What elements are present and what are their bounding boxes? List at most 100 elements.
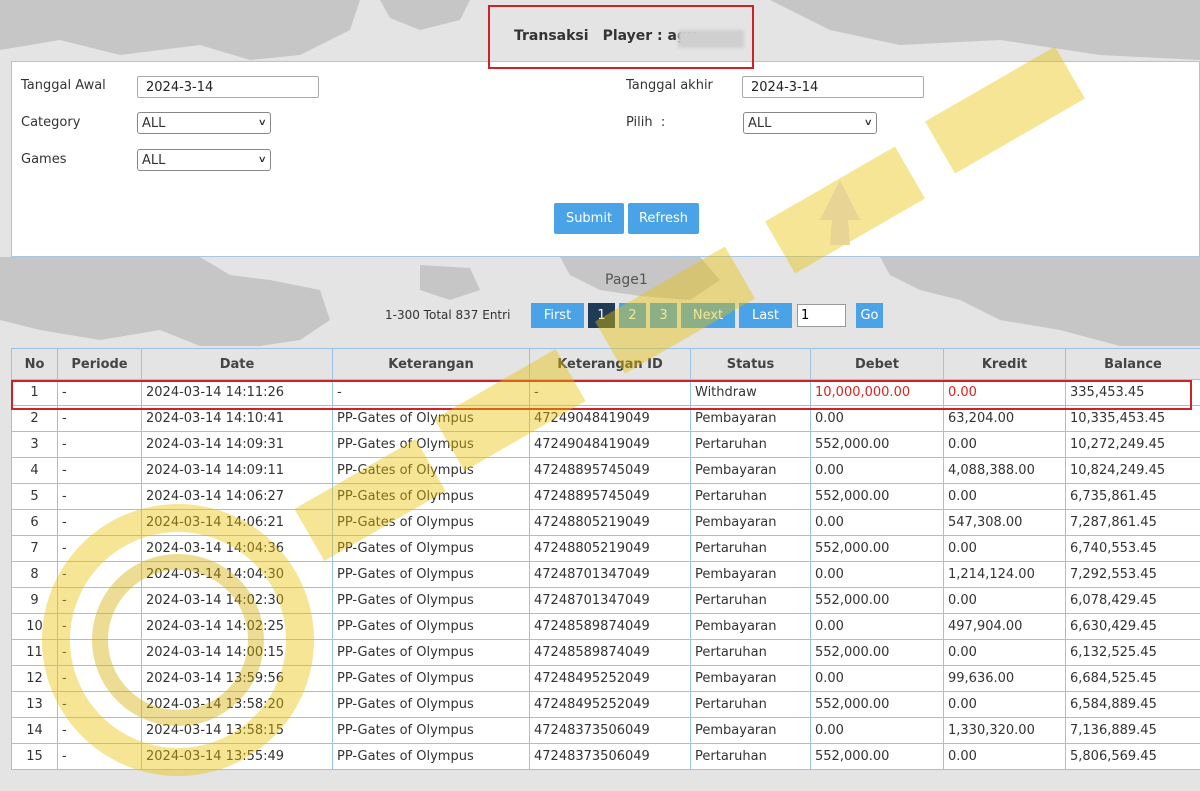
cell-kredit: 1,330,320.00 <box>943 717 1066 744</box>
cell-no: 13 <box>11 691 58 718</box>
table-row: 7-2024-03-14 14:04:36 PP-Gates of Olympus… <box>11 535 1200 562</box>
cell-keterangan-id: 47248589874049 <box>529 639 691 666</box>
cell-keterangan-id: 47248895745049 <box>529 457 691 484</box>
cell-debet: 552,000.00 <box>810 587 944 614</box>
cell-no: 6 <box>11 509 58 536</box>
chevron-down-icon: ∨ <box>258 118 268 128</box>
cell-kredit: 0.00 <box>943 431 1066 458</box>
cell-periode: - <box>57 691 142 718</box>
cell-debet: 552,000.00 <box>810 743 944 770</box>
submit-button[interactable]: Submit <box>554 203 624 234</box>
cell-balance: 6,630,429.45 <box>1065 613 1200 640</box>
category-label: Category <box>21 115 81 130</box>
cell-status: Pembayaran <box>690 457 811 484</box>
pilih-select[interactable]: ALL ∨ <box>743 112 877 134</box>
cell-keterangan: PP-Gates of Olympus <box>332 457 530 484</box>
cell-keterangan: PP-Gates of Olympus <box>332 587 530 614</box>
pilih-label: Pilih : <box>626 115 666 130</box>
cell-keterangan-id: 47248805219049 <box>529 509 691 536</box>
column-header-no: No <box>11 348 58 380</box>
cell-kredit: 0.00 <box>943 483 1066 510</box>
cell-no: 15 <box>11 743 58 770</box>
cell-periode: - <box>57 483 142 510</box>
cell-keterangan: PP-Gates of Olympus <box>332 639 530 666</box>
refresh-button[interactable]: Refresh <box>628 203 699 234</box>
column-header-keterangan: Keterangan <box>332 348 530 380</box>
category-select[interactable]: ALL ∨ <box>137 112 271 134</box>
cell-keterangan-id: 47249048419049 <box>529 431 691 458</box>
cell-keterangan-id: 47248701347049 <box>529 587 691 614</box>
cell-keterangan: PP-Gates of Olympus <box>332 431 530 458</box>
cell-debet: 0.00 <box>810 665 944 692</box>
cell-keterangan-id: 47248895745049 <box>529 483 691 510</box>
table-row: 9-2024-03-14 14:02:30 PP-Gates of Olympus… <box>11 587 1200 614</box>
cell-no: 8 <box>11 561 58 588</box>
cell-keterangan-id: 47248373506049 <box>529 717 691 744</box>
total-entries: 1-300 Total 837 Entri <box>385 308 511 322</box>
cell-keterangan-id: 47248805219049 <box>529 535 691 562</box>
page-title: Transaksi Player : agu <box>514 28 697 44</box>
cell-debet: 0.00 <box>810 561 944 588</box>
cell-no: 3 <box>11 431 58 458</box>
chevron-down-icon: ∨ <box>864 118 874 128</box>
table-row: 15-2024-03-14 13:55:49 PP-Gates of Olympu… <box>11 743 1200 770</box>
cell-status: Pembayaran <box>690 665 811 692</box>
page-3-button[interactable]: 3 <box>650 303 677 328</box>
table-row: 12-2024-03-14 13:59:56 PP-Gates of Olympu… <box>11 665 1200 692</box>
column-header-keterangan-id: Keterangan ID <box>529 348 691 380</box>
cell-date: 2024-03-14 14:06:27 <box>141 483 333 510</box>
cell-periode: - <box>57 613 142 640</box>
column-header-kredit: Kredit <box>943 348 1066 380</box>
cell-date: 2024-03-14 14:09:11 <box>141 457 333 484</box>
cell-status: Pertaruhan <box>690 743 811 770</box>
games-select[interactable]: ALL ∨ <box>137 149 271 171</box>
cell-keterangan-id: 47248495252049 <box>529 691 691 718</box>
cell-balance: 10,824,249.45 <box>1065 457 1200 484</box>
column-header-status: Status <box>690 348 811 380</box>
cell-no: 7 <box>11 535 58 562</box>
cell-keterangan: PP-Gates of Olympus <box>332 483 530 510</box>
cell-date: 2024-03-14 13:58:15 <box>141 717 333 744</box>
cell-kredit: 0.00 <box>943 535 1066 562</box>
cell-debet: 552,000.00 <box>810 639 944 666</box>
cell-status: Pembayaran <box>690 561 811 588</box>
cell-keterangan-id: 47248373506049 <box>529 743 691 770</box>
first-page-button[interactable]: First <box>531 303 584 328</box>
page-indicator: Page1 <box>605 272 648 288</box>
chevron-down-icon: ∨ <box>258 155 268 165</box>
table-header-row: No Periode Date Keterangan Keterangan ID… <box>11 348 1200 380</box>
transaksi-title: Transaksi <box>514 28 589 44</box>
cell-debet: 552,000.00 <box>810 535 944 562</box>
cell-periode: - <box>57 431 142 458</box>
cell-keterangan-id: 47248701347049 <box>529 561 691 588</box>
go-button[interactable]: Go <box>856 303 883 328</box>
page-2-button[interactable]: 2 <box>619 303 646 328</box>
page-number-input[interactable] <box>797 304 846 327</box>
next-page-button[interactable]: Next <box>681 303 735 328</box>
column-header-date: Date <box>141 348 333 380</box>
cell-balance: 6,735,861.45 <box>1065 483 1200 510</box>
tanggal-akhir-label: Tanggal akhir <box>626 78 713 93</box>
table-row: 10-2024-03-14 14:02:25 PP-Gates of Olympu… <box>11 613 1200 640</box>
cell-keterangan: PP-Gates of Olympus <box>332 613 530 640</box>
cell-status: Pertaruhan <box>690 483 811 510</box>
cell-status: Pertaruhan <box>690 691 811 718</box>
cell-debet: 552,000.00 <box>810 431 944 458</box>
tanggal-akhir-input[interactable] <box>742 76 924 98</box>
cell-kredit: 547,308.00 <box>943 509 1066 536</box>
cell-status: Pertaruhan <box>690 535 811 562</box>
cell-date: 2024-03-14 14:02:30 <box>141 587 333 614</box>
column-header-periode: Periode <box>57 348 142 380</box>
cell-no: 5 <box>11 483 58 510</box>
table-row: 6-2024-03-14 14:06:21 PP-Gates of Olympus… <box>11 509 1200 536</box>
cell-keterangan: PP-Gates of Olympus <box>332 665 530 692</box>
cell-kredit: 0.00 <box>943 743 1066 770</box>
last-page-button[interactable]: Last <box>739 303 792 328</box>
table-body: 1-2024-03-14 14:11:26- - Withdraw 10,000,00… <box>11 379 1200 770</box>
page-1-button[interactable]: 1 <box>588 303 615 328</box>
cell-periode: - <box>57 743 142 770</box>
cell-periode: - <box>57 587 142 614</box>
cell-kredit: 497,904.00 <box>943 613 1066 640</box>
tanggal-awal-input[interactable] <box>137 76 319 98</box>
cell-periode: - <box>57 717 142 744</box>
